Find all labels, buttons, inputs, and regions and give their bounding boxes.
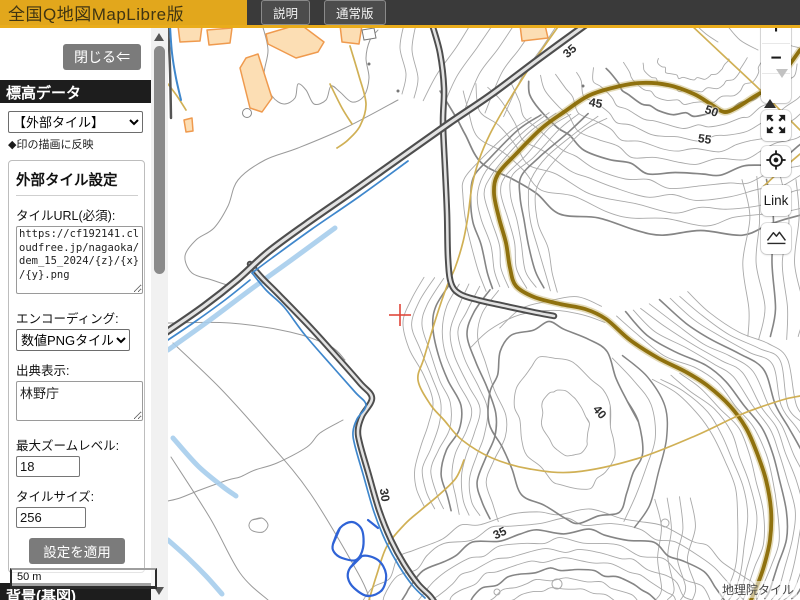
link-button[interactable]: Link: [762, 186, 790, 215]
external-tile-settings-title: 外部タイル設定: [16, 169, 138, 196]
scale-label: 50 m: [17, 571, 41, 583]
encoding-label: エンコーディング:: [16, 308, 138, 327]
zoom-out-button[interactable]: −: [762, 43, 790, 72]
fullscreen-button[interactable]: [762, 111, 790, 140]
link-control: Link: [761, 185, 791, 216]
max-zoom-input[interactable]: [16, 456, 80, 477]
geolocate-icon: [765, 149, 787, 171]
map-attribution: 地理院タイル: [719, 581, 797, 598]
tile-size-input[interactable]: [16, 507, 86, 528]
geolocate-control: [761, 146, 791, 177]
fullscreen-icon: [765, 113, 787, 135]
external-tile-settings-box: 外部タイル設定 タイルURL(必須): https://cf192141.clo…: [8, 160, 145, 573]
app-title: 全国Q地図MapLibre版: [8, 0, 184, 25]
app-header: 全国Q地図MapLibre版 説明 通常版: [0, 0, 800, 28]
settings-sidebar: 閉じる⇐ 標高データ 【外部タイル】 ◆印の描画に反映 外部タイル設定 タイルU…: [0, 28, 168, 600]
terrain-button[interactable]: [762, 224, 790, 253]
elevation-note: ◆印の描画に反映: [8, 136, 143, 152]
scrollbar-thumb[interactable]: [154, 46, 165, 274]
contour-label-30: 30: [377, 487, 393, 502]
tile-size-label: タイルサイズ:: [16, 486, 138, 505]
close-sidebar-button[interactable]: 閉じる⇐: [63, 44, 141, 70]
map-scale-bar: 50 m: [10, 568, 157, 589]
geolocate-button[interactable]: [762, 147, 790, 176]
tile-url-label: タイルURL(必須):: [16, 205, 138, 224]
contour-label-55: 55: [697, 131, 712, 147]
app-title-block: 全国Q地図MapLibre版: [0, 0, 247, 25]
tile-url-input[interactable]: https://cf192141.cloudfree.jp/nagaoka/de…: [16, 226, 143, 294]
help-button[interactable]: 説明: [261, 0, 310, 25]
fullscreen-control: [761, 110, 791, 141]
elevation-source-select[interactable]: 【外部タイル】: [8, 111, 143, 133]
terrain-control: [761, 223, 791, 254]
contour-label-45: 45: [588, 95, 604, 111]
attribution-label: 出典表示:: [16, 360, 138, 379]
compass-pitch-button[interactable]: [762, 73, 790, 102]
sidebar-scrollbar[interactable]: [151, 28, 168, 600]
elevation-section-header: 標高データ: [0, 80, 151, 103]
encoding-select[interactable]: 数値PNGタイル: [16, 329, 130, 351]
apply-settings-button[interactable]: 設定を適用: [29, 538, 125, 564]
normal-version-button[interactable]: 通常版: [324, 0, 386, 25]
app-window: 35 45 50 55 40 30 35 地理院タイル 全国Q地図MapLibr…: [0, 0, 800, 600]
terrain-mountains-icon: [764, 225, 788, 249]
attribution-input[interactable]: 林野庁: [16, 381, 143, 421]
compass-icon: [764, 78, 788, 99]
max-zoom-label: 最大ズームレベル:: [16, 435, 138, 454]
scrollbar-up-arrow-icon[interactable]: [154, 33, 164, 41]
